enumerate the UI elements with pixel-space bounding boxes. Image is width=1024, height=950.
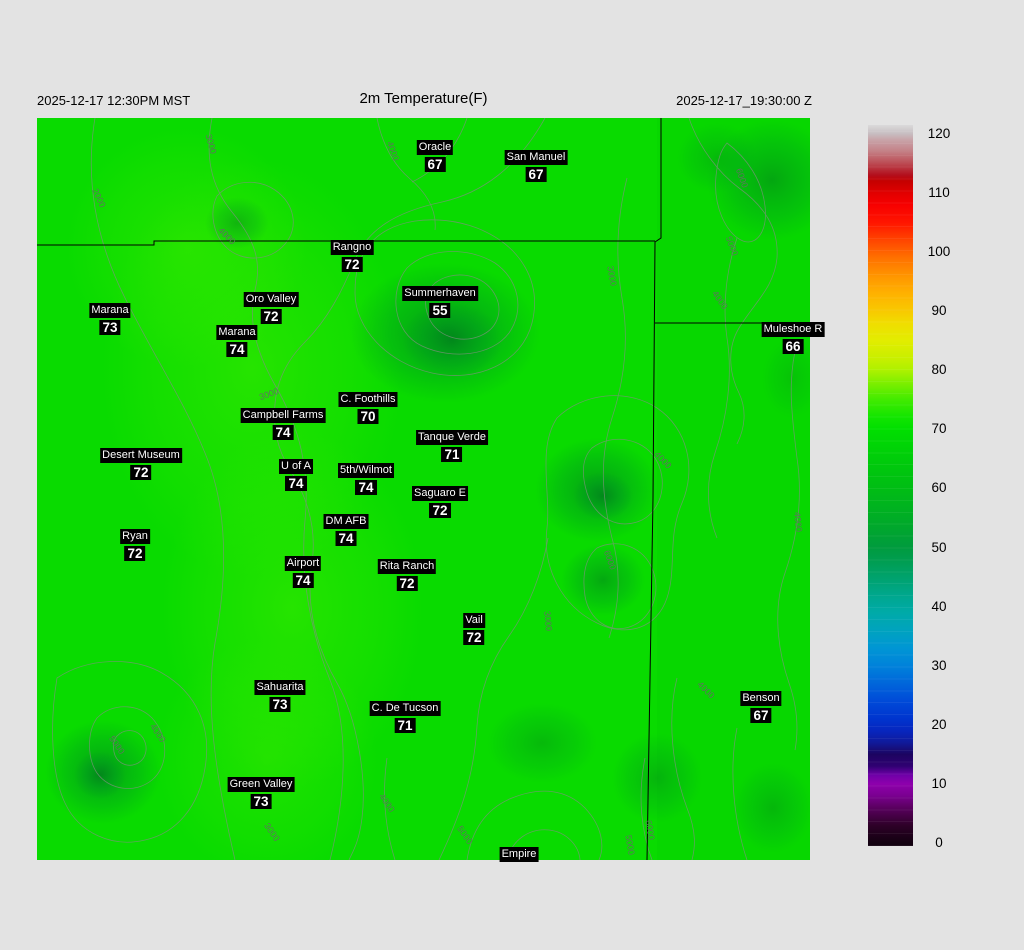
- colorbar-tick-labels: 120 110 100 90 80 70 60 50 40 30 20 10 0: [908, 125, 970, 850]
- station-name: Airport: [284, 556, 322, 571]
- station: Empire: [499, 844, 539, 862]
- station-name: Benson: [740, 691, 782, 706]
- station-temperature: 55: [429, 303, 451, 318]
- temperature-map: 2000 3000 4000 4000 3000 6000 5000 3000 4000 4000…: [37, 118, 825, 862]
- colorbar-tick: 100: [927, 244, 951, 260]
- station-temperature: 73: [99, 320, 121, 335]
- station-temperature: 67: [750, 708, 772, 723]
- station-name: Campbell Farms: [240, 408, 326, 423]
- station-temperature: 66: [782, 339, 804, 354]
- station: Muleshoe R 66: [761, 319, 825, 356]
- station-temperature: 72: [463, 630, 485, 645]
- station-temperature: 72: [260, 309, 282, 324]
- station-name: Oracle: [416, 140, 454, 155]
- temperature-colorbar: [868, 125, 913, 846]
- station: Sahuarita 73: [254, 677, 306, 714]
- colorbar-tick: 20: [931, 716, 947, 732]
- station-temperature: 72: [396, 576, 418, 591]
- station-name: Vail: [463, 613, 485, 628]
- station-temperature: 74: [292, 573, 314, 588]
- station-temperature: 74: [272, 425, 294, 440]
- station-name: U of A: [279, 459, 313, 474]
- station-name: Rita Ranch: [377, 559, 437, 574]
- station-temperature: 70: [357, 409, 379, 424]
- colorbar-tick: 50: [931, 539, 947, 555]
- station: Ryan 72: [120, 526, 150, 563]
- station-name: 5th/Wilmot: [338, 463, 394, 478]
- station-layer: Oracle 67 San Manuel 67 Rangno 72 Marana 73 Oro …: [37, 118, 825, 862]
- station: Rangno 72: [330, 237, 374, 274]
- station-name: Marana: [216, 325, 258, 340]
- station-temperature: 74: [335, 531, 357, 546]
- station-temperature: 73: [269, 697, 291, 712]
- colorbar-tick: 60: [931, 480, 947, 496]
- station: Saguaro E 72: [412, 483, 468, 520]
- station: Rita Ranch 72: [377, 556, 437, 593]
- station: 5th/Wilmot 74: [338, 460, 394, 497]
- colorbar-tick: 0: [935, 835, 943, 851]
- station: Green Valley 73: [227, 774, 295, 811]
- station: C. Foothills 70: [338, 389, 398, 426]
- station: DM AFB 74: [323, 511, 369, 548]
- colorbar-tick: 90: [931, 303, 947, 319]
- station-name: Green Valley: [227, 777, 295, 792]
- station: Oracle 67: [416, 137, 454, 174]
- station-name: DM AFB: [323, 514, 369, 529]
- station: Marana 73: [89, 300, 131, 337]
- colorbar-tick: 30: [931, 657, 947, 673]
- station-temperature: 74: [355, 480, 377, 495]
- station-temperature: 73: [250, 794, 272, 809]
- station-name: Oro Valley: [243, 292, 299, 307]
- colorbar-tick: 110: [928, 184, 950, 200]
- station: San Manuel 67: [504, 147, 568, 184]
- station-name: C. De Tucson: [369, 701, 441, 716]
- station-temperature: 72: [429, 503, 451, 518]
- station: Benson 67: [740, 688, 782, 725]
- station-name: Ryan: [120, 529, 150, 544]
- station-temperature: 72: [130, 465, 152, 480]
- station-temperature: 74: [226, 342, 248, 357]
- station: Campbell Farms 74: [240, 405, 326, 442]
- colorbar-tick: 70: [931, 421, 947, 437]
- colorbar-tick: 40: [931, 598, 947, 614]
- station-temperature: 71: [394, 718, 416, 733]
- colorbar-tick: 80: [931, 362, 947, 378]
- station-temperature: 72: [124, 546, 146, 561]
- station-name: C. Foothills: [338, 392, 398, 407]
- station-name: Sahuarita: [254, 680, 306, 695]
- station-name: Tanque Verde: [416, 430, 488, 445]
- colorbar-bands: [868, 125, 913, 846]
- station-temperature: 71: [441, 447, 463, 462]
- station: U of A 74: [279, 456, 313, 493]
- station-name: Summerhaven: [402, 286, 478, 301]
- station-temperature: 74: [285, 476, 307, 491]
- station: Summerhaven 55: [402, 283, 478, 320]
- utc-timestamp: 2025-12-17_19:30:00 Z: [676, 93, 812, 108]
- station-name: San Manuel: [504, 150, 568, 165]
- station-name: Muleshoe R: [761, 322, 825, 337]
- station-name: Rangno: [330, 240, 374, 255]
- station: Tanque Verde 71: [416, 427, 488, 464]
- station-temperature: 67: [424, 157, 446, 172]
- station: C. De Tucson 71: [369, 698, 441, 735]
- station: Oro Valley 72: [243, 289, 299, 326]
- station-name: Marana: [89, 303, 131, 318]
- station: Marana 74: [216, 322, 258, 359]
- station-temperature: 72: [341, 257, 363, 272]
- station-temperature: 67: [525, 167, 547, 182]
- station: Airport 74: [284, 553, 322, 590]
- colorbar-tick: 10: [931, 775, 947, 791]
- station: Vail 72: [463, 610, 485, 647]
- station-name: Empire: [499, 847, 539, 862]
- weather-map-page: 2025-12-17 12:30PM MST 2m Temperature(F)…: [0, 0, 1024, 950]
- station-name: Desert Museum: [100, 448, 182, 463]
- station-name: Saguaro E: [412, 486, 468, 501]
- colorbar-tick: 120: [927, 125, 951, 141]
- station: Desert Museum 72: [100, 445, 182, 482]
